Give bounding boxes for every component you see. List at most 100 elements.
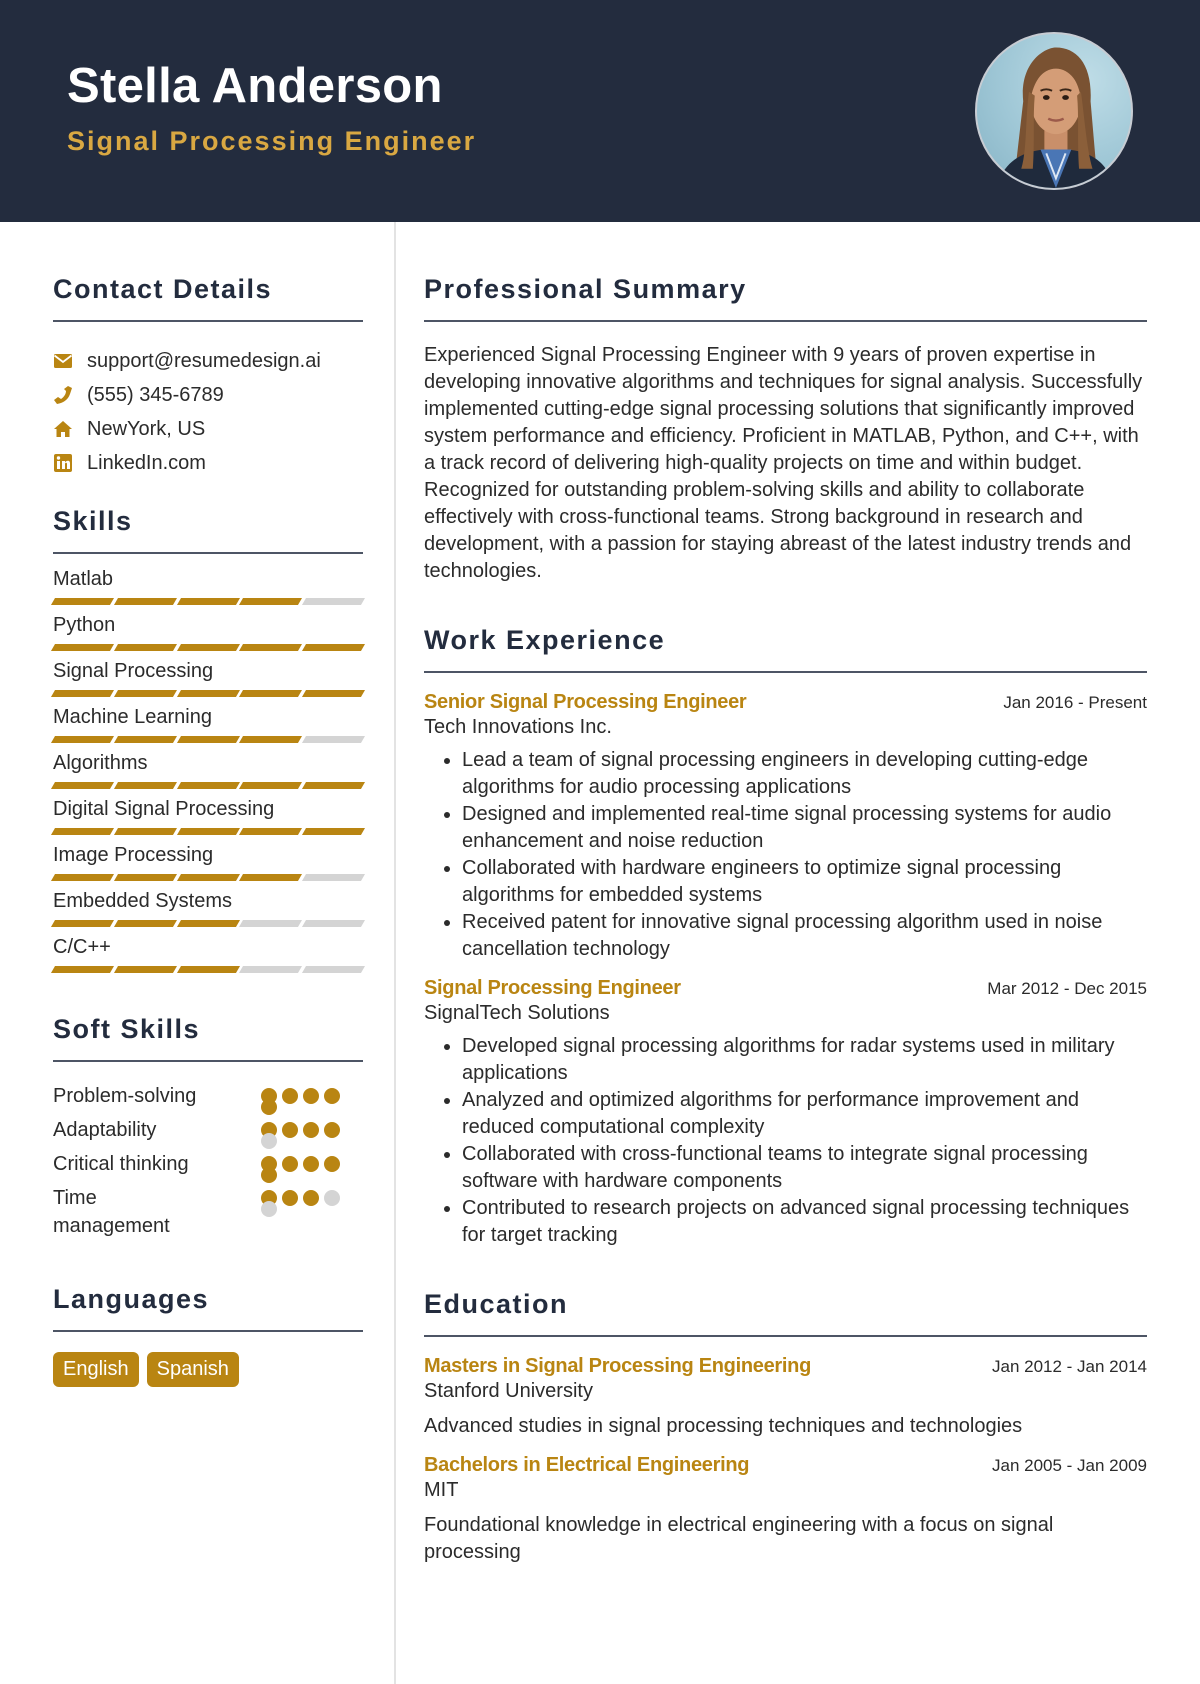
contact-linkedin-text: LinkedIn.com xyxy=(87,451,206,474)
column-divider xyxy=(394,222,396,1684)
skill-item: Machine Learning xyxy=(50,704,366,744)
skill-segment-filled xyxy=(50,920,114,927)
main-content: Professional Summary Experienced Signal … xyxy=(424,222,1147,1566)
job-bullet: Designed and implemented real-time signa… xyxy=(462,801,1147,855)
contact-heading: Contact Details xyxy=(53,274,273,304)
job-bullet: Analyzed and optimized algorithms for pe… xyxy=(462,1087,1147,1141)
rating-dot-filled xyxy=(324,1122,340,1138)
experience-heading: Work Experience xyxy=(424,625,666,655)
section-divider xyxy=(53,320,363,322)
section-divider xyxy=(424,320,1147,322)
skill-segment-filled xyxy=(113,920,177,927)
contact-linkedin[interactable]: LinkedIn.com xyxy=(53,446,363,480)
summary-heading: Professional Summary xyxy=(424,274,747,304)
job-entry: Signal Processing Engineer Mar 2012 - De… xyxy=(424,977,1147,1249)
section-divider xyxy=(53,552,363,554)
job-bullet: Contributed to research projects on adva… xyxy=(462,1195,1147,1249)
contact-location: NewYork, US xyxy=(53,412,363,446)
skill-segment-empty xyxy=(302,874,366,881)
portrait-illustration xyxy=(996,47,1114,188)
skill-segment-empty xyxy=(302,736,366,743)
skill-segment-filled xyxy=(50,598,114,605)
rating-dot-filled xyxy=(261,1167,277,1183)
skill-level-bar xyxy=(50,782,366,790)
section-divider xyxy=(424,671,1147,673)
skill-name: Embedded Systems xyxy=(53,890,232,912)
skill-name: Python xyxy=(53,614,116,636)
skill-segment-filled xyxy=(302,644,366,651)
rating-dot-filled xyxy=(261,1099,277,1115)
language-badge: English xyxy=(53,1352,139,1387)
skill-item: Embedded Systems xyxy=(50,888,366,928)
rating-dot-filled xyxy=(324,1156,340,1172)
envelope-icon xyxy=(53,351,73,371)
skill-segment-empty xyxy=(302,598,366,605)
contact-list: support@resumedesign.ai (555) 345-6789 N… xyxy=(53,344,363,480)
skill-segment-filled xyxy=(113,690,177,697)
skill-segment-filled xyxy=(239,644,303,651)
section-divider xyxy=(53,1330,363,1332)
job-bullet: Received patent for innovative signal pr… xyxy=(462,909,1147,963)
skill-segment-filled xyxy=(113,966,177,973)
skill-segment-filled xyxy=(176,920,240,927)
skill-name: Image Processing xyxy=(53,844,214,866)
skill-item: Image Processing xyxy=(50,842,366,882)
experience-section: Work Experience Senior Signal Processing… xyxy=(424,625,1147,1249)
skill-name: Machine Learning xyxy=(53,706,212,728)
skill-segment-filled xyxy=(113,644,177,651)
soft-skill-rating xyxy=(261,1150,351,1183)
phone-icon xyxy=(53,385,73,405)
soft-skills-section: Soft Skills Problem-solving Adaptability C… xyxy=(53,1014,363,1240)
school-name: MIT xyxy=(424,1479,459,1501)
skill-segment-filled xyxy=(50,828,114,835)
soft-skill-item: Critical thinking xyxy=(53,1150,363,1184)
job-bullet: Collaborated with cross-functional teams… xyxy=(462,1141,1147,1195)
contact-phone[interactable]: (555) 345-6789 xyxy=(53,378,363,412)
skill-item: C/C++ xyxy=(50,934,366,974)
education-dates: Jan 2005 - Jan 2009 xyxy=(991,1456,1147,1475)
job-role: Signal Processing Engineer xyxy=(424,977,681,999)
skill-item: Digital Signal Processing xyxy=(50,796,366,836)
soft-skill-item: Problem-solving xyxy=(53,1082,363,1116)
job-bullet: Developed signal processing algorithms f… xyxy=(462,1033,1147,1087)
skill-level-bar xyxy=(50,690,366,698)
soft-skill-item: Time management xyxy=(53,1184,363,1240)
skill-level-bar xyxy=(50,644,366,652)
skill-segment-filled xyxy=(176,736,240,743)
skill-segment-empty xyxy=(239,966,303,973)
sidebar: Contact Details support@resumedesign.ai … xyxy=(50,222,366,1387)
skill-name: C/C++ xyxy=(53,936,111,958)
job-role: Senior Signal Processing Engineer xyxy=(424,691,747,713)
skill-item: Algorithms xyxy=(50,750,366,790)
degree-title: Masters in Signal Processing Engineering xyxy=(424,1355,811,1377)
soft-skills-heading: Soft Skills xyxy=(53,1014,201,1044)
skill-level-bar xyxy=(50,828,366,836)
skill-segment-empty xyxy=(302,920,366,927)
soft-skill-name: Problem-solving xyxy=(53,1085,197,1107)
skill-segment-empty xyxy=(239,920,303,927)
skill-name: Matlab xyxy=(53,568,114,590)
soft-skill-rating xyxy=(261,1184,351,1217)
skill-segment-filled xyxy=(50,966,114,973)
skill-segment-filled xyxy=(113,598,177,605)
languages-list: English Spanish xyxy=(53,1352,363,1387)
skill-segment-filled xyxy=(113,782,177,789)
soft-skill-rating xyxy=(261,1082,351,1115)
contact-phone-text: (555) 345-6789 xyxy=(87,383,224,406)
linkedin-icon xyxy=(53,453,73,473)
resume-header: Stella Anderson Signal Processing Engine… xyxy=(0,0,1200,222)
skill-segment-filled xyxy=(176,966,240,973)
rating-dot-filled xyxy=(303,1122,319,1138)
skill-segment-filled xyxy=(239,598,303,605)
skill-segment-filled xyxy=(176,828,240,835)
profile-photo xyxy=(975,32,1133,190)
contact-email[interactable]: support@resumedesign.ai xyxy=(53,344,363,378)
skill-segment-filled xyxy=(50,736,114,743)
skill-level-bar xyxy=(50,874,366,882)
skill-segment-filled xyxy=(113,828,177,835)
rating-dot-empty xyxy=(324,1190,340,1206)
skill-segment-filled xyxy=(176,690,240,697)
candidate-name: Stella Anderson xyxy=(67,59,443,113)
school-name: Stanford University xyxy=(424,1380,593,1402)
skill-item: Python xyxy=(50,612,366,652)
